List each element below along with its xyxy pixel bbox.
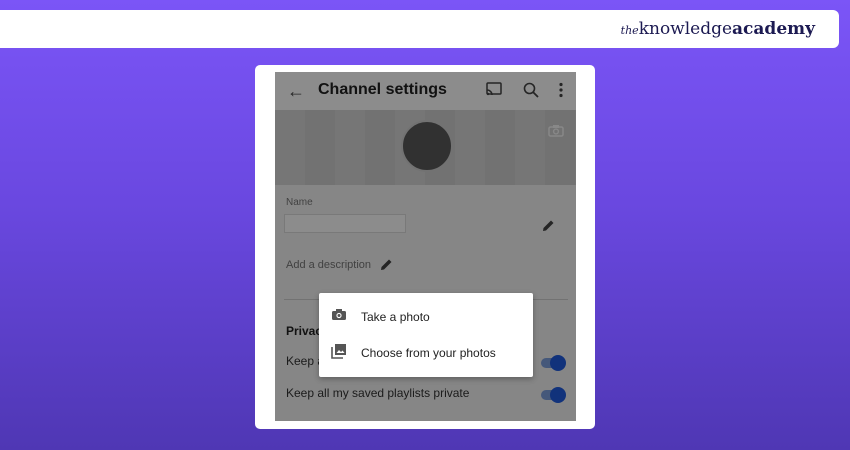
menu-item-take-photo[interactable]: Take a photo — [331, 307, 531, 327]
brand-prefix: the — [620, 24, 639, 37]
menu-item-label: Take a photo — [361, 310, 430, 324]
menu-item-label: Choose from your photos — [361, 346, 496, 360]
menu-item-choose-photos[interactable]: Choose from your photos — [331, 343, 531, 363]
photo-library-icon — [331, 343, 347, 364]
top-header-bar: theknowledgeacademy — [0, 10, 839, 48]
camera-icon — [331, 308, 347, 326]
phone-screen: ← Channel settings Name Add a descriptio… — [275, 72, 576, 421]
screenshot-card: ← Channel settings Name Add a descriptio… — [255, 65, 595, 429]
brand-word-knowledge: knowledge — [638, 19, 733, 39]
brand-logo: theknowledgeacademy — [621, 19, 815, 39]
photo-source-menu: Take a photo Choose from your photos — [319, 293, 533, 377]
brand-word-academy: academy — [732, 19, 815, 39]
